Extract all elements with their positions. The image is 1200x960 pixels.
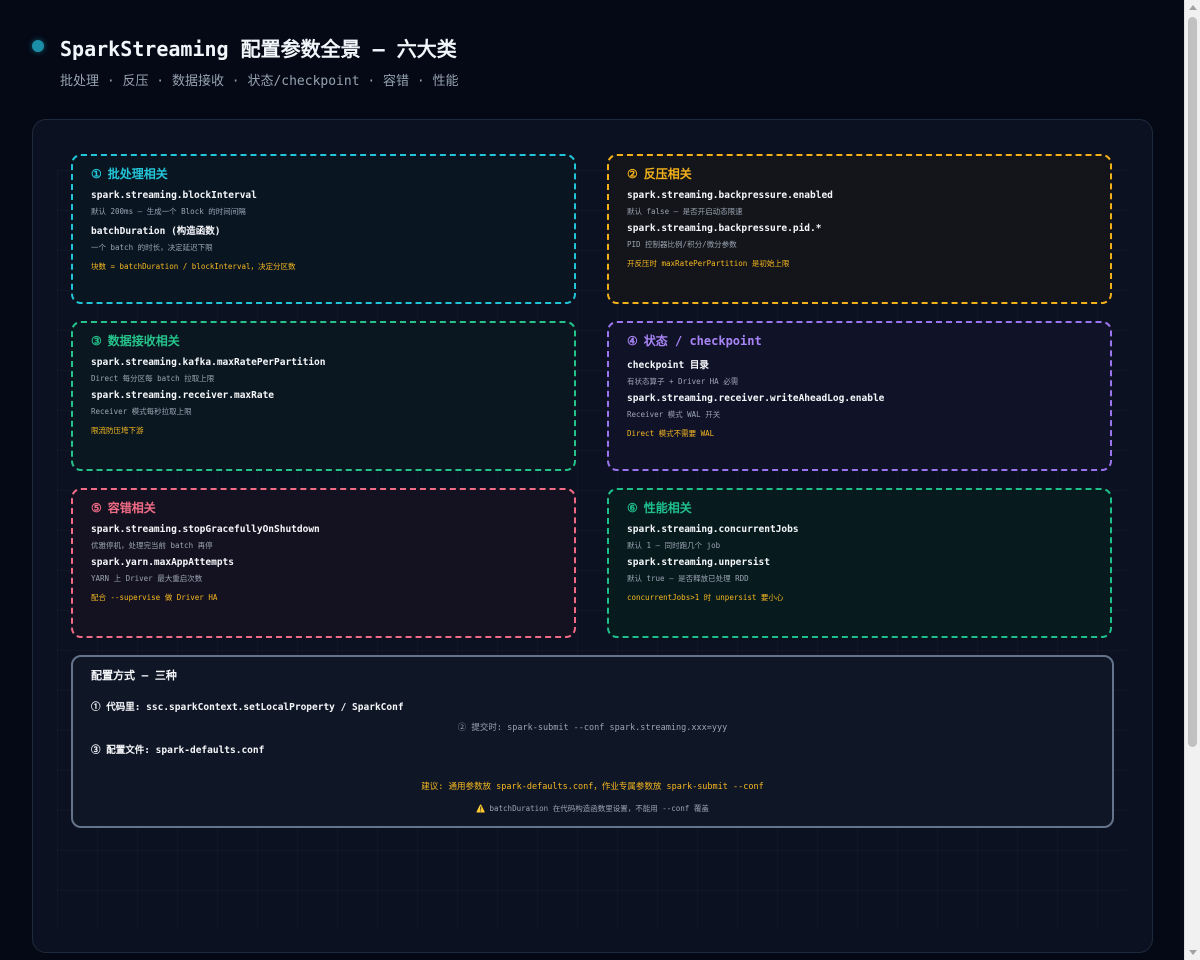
card-note: 块数 = batchDuration / blockInterval，决定分区数 (91, 262, 296, 271)
config-advice: 建议: 通用参数放 spark-defaults.conf，作业专属参数放 sp… (421, 782, 764, 792)
param-name: spark.streaming.concurrentJobs (627, 524, 799, 535)
param-desc: Receiver 模式每秒拉取上限 (91, 407, 192, 416)
param-name: spark.streaming.backpressure.enabled (627, 190, 833, 201)
param-desc: 默认 false — 是否开启动态限速 (627, 207, 743, 216)
param-name: spark.yarn.maxAppAttempts (91, 557, 234, 568)
param-name: spark.streaming.blockInterval (91, 190, 257, 201)
card-note: concurrentJobs>1 时 unpersist 要小心 (627, 593, 784, 602)
param-name: checkpoint 目录 (627, 360, 709, 371)
card-title: ⑤ 容错相关 (91, 501, 156, 515)
card-title: ① 批处理相关 (91, 167, 168, 181)
param-desc: 有状态算子 + Driver HA 必需 (627, 377, 739, 386)
config-warning: ⚠️ batchDuration 在代码构造函数里设置，不能用 --conf 覆盖 (476, 804, 709, 813)
scroll-down-icon[interactable] (1189, 950, 1197, 955)
card-note: 限流防压垮下游 (91, 426, 144, 435)
param-name: spark.streaming.receiver.maxRate (91, 390, 275, 401)
param-desc: Direct 每分区每 batch 拉取上限 (91, 374, 215, 383)
vertical-scrollbar[interactable] (1184, 0, 1200, 960)
config-method-code: ① 代码里: ssc.sparkContext.setLocalProperty… (91, 702, 404, 713)
card-state-checkpoint: ④ 状态 / checkpoint checkpoint 目录 有状态算子 + D… (607, 321, 1112, 471)
scrollbar-thumb[interactable] (1188, 17, 1197, 747)
config-method-file: ③ 配置文件: spark-defaults.conf (91, 745, 265, 756)
card-note: Direct 模式不需要 WAL (627, 429, 715, 438)
page-title: SparkStreaming 配置参数全景 — 六大类 (60, 37, 457, 61)
card-backpressure: ② 反压相关 spark.streaming.backpressure.enabl… (607, 154, 1112, 304)
card-data-receiving: ③ 数据接收相关 spark.streaming.kafka.maxRatePer… (71, 321, 576, 471)
card-performance: ⑥ 性能相关 spark.streaming.concurrentJobs 默认 … (607, 488, 1112, 638)
param-desc: YARN 上 Driver 最大重启次数 (91, 574, 203, 583)
card-title: ③ 数据接收相关 (91, 334, 180, 348)
config-methods-box: 配置方式 — 三种 ① 代码里: ssc.sparkContext.setLoc… (71, 655, 1114, 828)
param-name: spark.streaming.kafka.maxRatePerPartitio… (91, 357, 326, 368)
param-desc: 默认 1 — 同时跑几个 job (627, 541, 721, 550)
param-name: spark.streaming.unpersist (627, 557, 770, 568)
card-batch-processing: ① 批处理相关 spark.streaming.blockInterval 默认 … (71, 154, 576, 304)
card-title: ⑥ 性能相关 (627, 501, 692, 515)
config-method-submit: ② 提交时: spark-submit --conf spark.streami… (457, 723, 728, 733)
scroll-up-icon[interactable] (1189, 5, 1197, 10)
card-title: ④ 状态 / checkpoint (627, 334, 762, 348)
param-desc: 默认 true — 是否释放已处理 RDD (627, 574, 749, 583)
param-desc: 默认 200ms — 生成一个 Block 的时间间隔 (91, 207, 246, 216)
card-title: ② 反压相关 (627, 167, 692, 181)
param-desc: PID 控制器比例/积分/微分参数 (627, 240, 737, 249)
param-name: spark.streaming.stopGracefullyOnShutdown (91, 524, 320, 535)
param-desc: Receiver 模式 WAL 开关 (627, 410, 721, 419)
config-title: 配置方式 — 三种 (91, 669, 177, 682)
diagram-canvas: ① 批处理相关 spark.streaming.blockInterval 默认 … (32, 119, 1153, 953)
warning-icon: ⚠️ (476, 804, 486, 813)
param-desc: 一个 batch 的时长，决定延迟下限 (91, 243, 213, 252)
card-note: 配合 --supervise 做 Driver HA (91, 593, 218, 602)
page-subtitle: 批处理 · 反压 · 数据接收 · 状态/checkpoint · 容错 · 性… (60, 74, 459, 89)
param-name: spark.streaming.receiver.writeAheadLog.e… (627, 393, 885, 404)
title-bullet-icon (32, 40, 44, 52)
param-name: batchDuration (构造函数) (91, 226, 221, 237)
param-name: spark.streaming.backpressure.pid.* (627, 223, 822, 234)
card-fault-tolerance: ⑤ 容错相关 spark.streaming.stopGracefullyOnSh… (71, 488, 576, 638)
param-desc: 优雅停机，处理完当前 batch 再停 (91, 541, 213, 550)
card-note: 开反压时 maxRatePerPartition 是初始上限 (627, 259, 790, 268)
